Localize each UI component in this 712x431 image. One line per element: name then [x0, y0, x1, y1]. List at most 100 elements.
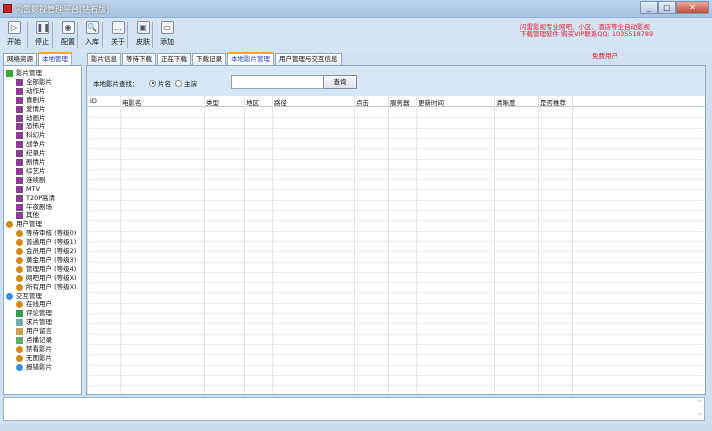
- column-header[interactable]: ID: [90, 97, 97, 105]
- column-header[interactable]: 电影名: [122, 97, 142, 107]
- tree-item[interactable]: 所有用户 (等级X): [16, 283, 77, 292]
- movie-table[interactable]: ID 电影名 类型 地区 路径 点击 服务器 更新时间 清晰度 是否推荐: [88, 96, 705, 394]
- log-area[interactable]: ⌃ ⌄: [3, 397, 705, 421]
- film-icon: [16, 132, 23, 140]
- table-row[interactable]: [88, 271, 705, 273]
- tree-item[interactable]: 会员用户 (等级2): [16, 247, 76, 256]
- tree-item[interactable]: 管理用户 (等级4): [16, 265, 76, 274]
- table-row[interactable]: [88, 354, 705, 356]
- user-icon: [16, 230, 23, 238]
- tree-item[interactable]: 黄金用户 (等级3): [16, 256, 76, 265]
- table-row[interactable]: [88, 343, 705, 345]
- column-header[interactable]: 是否推荐: [540, 97, 566, 107]
- table-row[interactable]: [88, 230, 705, 232]
- toolbar-search-button[interactable]: 🔍 入库: [80, 21, 104, 47]
- radio-actor-circle[interactable]: [175, 79, 182, 87]
- minimize-button[interactable]: _: [640, 1, 658, 14]
- tree-item[interactable]: 爱情片: [16, 105, 46, 114]
- tree-item[interactable]: 动作片: [16, 87, 46, 96]
- column-header[interactable]: 点击: [356, 97, 369, 107]
- radio-title[interactable]: 片名: [149, 78, 171, 88]
- close-button[interactable]: ✕: [676, 1, 709, 14]
- tree-item[interactable]: 战争片: [16, 140, 46, 149]
- table-row[interactable]: [88, 117, 705, 119]
- table-row[interactable]: [88, 261, 705, 263]
- tree-item[interactable]: 综艺片: [16, 167, 46, 176]
- tree-item[interactable]: 连续剧: [16, 176, 46, 185]
- toolbar-folder-button[interactable]: ▭ 添加: [155, 21, 179, 47]
- tree-item[interactable]: 全部影片: [16, 78, 52, 87]
- table-row[interactable]: [88, 158, 705, 160]
- table-row[interactable]: [88, 210, 705, 211]
- tree-item-label: 连续剧: [26, 175, 46, 184]
- table-row[interactable]: [88, 385, 705, 387]
- table-row[interactable]: [88, 333, 705, 335]
- table-row[interactable]: [88, 127, 705, 129]
- column-header[interactable]: 服务器: [390, 97, 410, 107]
- scroll-down-icon[interactable]: ⌄: [697, 410, 702, 417]
- main-tab[interactable]: 影片信息: [87, 53, 121, 65]
- tree-item[interactable]: 求片管理: [16, 318, 52, 327]
- column-header[interactable]: 类型: [206, 97, 219, 107]
- radio-title-circle[interactable]: [149, 79, 156, 87]
- tree-item[interactable]: 报错影片: [16, 363, 52, 372]
- tree-item[interactable]: 禁看影片: [16, 345, 52, 354]
- query-button[interactable]: 查询: [323, 75, 357, 89]
- film-icon: [16, 212, 23, 220]
- tree-item-label: 用户留言: [26, 327, 52, 336]
- table-row[interactable]: [88, 302, 705, 304]
- column-header[interactable]: 更新时间: [418, 97, 444, 107]
- user-icon: [16, 301, 23, 309]
- table-row[interactable]: [88, 168, 705, 170]
- table-row[interactable]: [88, 189, 705, 191]
- maximize-button[interactable]: □: [658, 1, 676, 14]
- main-tab[interactable]: 下载记录: [192, 53, 226, 65]
- table-row[interactable]: [88, 374, 705, 376]
- tree-item[interactable]: MTV: [16, 185, 40, 194]
- toolbar-separator: [102, 22, 103, 48]
- table-row[interactable]: [88, 323, 705, 325]
- table-row[interactable]: [88, 313, 705, 314]
- tree-item[interactable]: 剧情片: [16, 158, 46, 167]
- tree-item[interactable]: 等待审核 (等级0): [16, 229, 76, 238]
- left-tab[interactable]: 网络资源: [3, 53, 37, 65]
- column-header[interactable]: 清晰度: [496, 97, 516, 107]
- tree-item[interactable]: 用户留言: [16, 327, 52, 336]
- table-row[interactable]: [88, 220, 705, 222]
- table-row[interactable]: [88, 179, 705, 181]
- tree-item[interactable]: 评论管理: [16, 309, 52, 318]
- toolbar-pause-button[interactable]: ❚❚ 停止: [30, 21, 54, 47]
- radio-actor[interactable]: 主演: [175, 78, 197, 88]
- tree-item[interactable]: 科幻片: [16, 131, 46, 140]
- scroll-up-icon[interactable]: ⌃: [697, 399, 702, 406]
- tree-item[interactable]: 纪录片: [16, 149, 46, 158]
- tree-item[interactable]: 喜剧片: [16, 96, 46, 105]
- tree-item[interactable]: 用户管理: [6, 220, 42, 229]
- tree-item-label: 普通用户 (等级1): [26, 238, 77, 247]
- table-row[interactable]: [88, 240, 705, 242]
- toolbar-play-button[interactable]: ▷ 开始: [2, 21, 26, 47]
- table-row[interactable]: [88, 292, 705, 294]
- table-row[interactable]: [88, 251, 705, 253]
- main-tab[interactable]: 等待下载: [122, 53, 156, 65]
- table-row[interactable]: [88, 137, 705, 139]
- search-input[interactable]: [231, 75, 327, 89]
- tree-item[interactable]: 无图影片: [16, 354, 52, 363]
- table-row[interactable]: [88, 364, 705, 366]
- category-tree[interactable]: 影片管理 全部影片 动作片 喜剧片 爱情片 动画片 恐怖片 科幻片 战争片 纪录片 剧情片 综艺片 连续…: [3, 65, 82, 395]
- main-tab[interactable]: 本地影片管理: [227, 52, 274, 65]
- table-row[interactable]: [88, 148, 705, 150]
- main-tab[interactable]: 正在下载: [157, 53, 191, 65]
- table-row[interactable]: [88, 199, 705, 201]
- column-divider: [354, 96, 355, 394]
- tree-item[interactable]: T20P高清: [16, 194, 55, 203]
- table-row[interactable]: [88, 282, 705, 284]
- left-tab[interactable]: 本地管理: [38, 52, 72, 65]
- tree-item[interactable]: 影片管理: [6, 69, 42, 78]
- tree-item[interactable]: 网吧用户 (等级X): [16, 274, 77, 283]
- tree-item[interactable]: 普通用户 (等级1): [16, 238, 76, 247]
- main-tab[interactable]: 用户管理与交互信息: [275, 53, 342, 65]
- column-header[interactable]: 地区: [246, 97, 259, 107]
- tree-item[interactable]: 点播记录: [16, 336, 52, 345]
- column-header[interactable]: 路径: [274, 97, 287, 107]
